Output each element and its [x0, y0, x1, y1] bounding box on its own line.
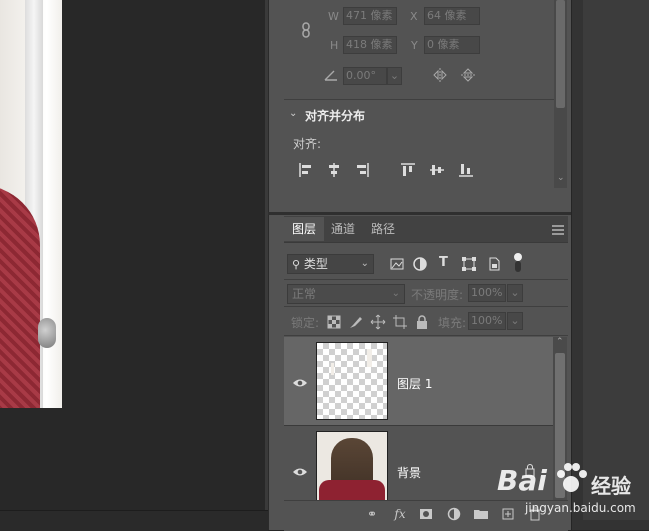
layer-thumbnail	[316, 342, 388, 420]
blend-mode-dropdown[interactable]: 正常 ⌄	[287, 284, 405, 304]
fill-field[interactable]: 100%	[468, 312, 506, 330]
layer-row[interactable]: 图层 1	[284, 337, 553, 426]
type-layer-filter-icon[interactable]: T	[439, 255, 448, 270]
filter-toggle-switch[interactable]	[513, 253, 523, 273]
properties-scrollbar[interactable]: ⌄	[554, 0, 567, 188]
lock-artboard-icon[interactable]	[392, 314, 408, 330]
tab-paths[interactable]: 路径	[363, 217, 403, 241]
adjustment-layer-filter-icon[interactable]	[412, 256, 428, 272]
new-adjustment-layer-icon[interactable]	[446, 506, 462, 522]
angle-dropdown[interactable]: ⌄	[387, 67, 402, 85]
y-label: Y	[411, 39, 418, 52]
width-field[interactable]: 471 像素	[343, 7, 397, 25]
flip-horizontal-icon[interactable]	[432, 67, 448, 83]
align-top-icon[interactable]	[400, 162, 416, 178]
watermark-url: jingyan.baidu.com	[525, 501, 636, 515]
x-field[interactable]: 64 像素	[424, 7, 480, 25]
fill-label: 填充:	[438, 316, 467, 330]
align-vertical-center-icon[interactable]	[429, 162, 445, 178]
pixel-layer-filter-icon[interactable]	[389, 256, 405, 272]
align-bottom-icon[interactable]	[458, 162, 474, 178]
height-field[interactable]: 418 像素	[343, 36, 397, 54]
search-icon: ⚲	[292, 258, 301, 271]
smart-object-filter-icon[interactable]	[486, 256, 502, 272]
tab-channels[interactable]: 通道	[323, 217, 363, 241]
lock-all-icon[interactable]	[414, 314, 430, 330]
tab-layers[interactable]: 图层	[284, 217, 325, 241]
new-group-icon[interactable]	[473, 506, 489, 522]
add-mask-icon[interactable]	[418, 506, 434, 522]
flip-vertical-icon[interactable]	[460, 67, 476, 83]
align-left-icon[interactable]	[298, 162, 314, 178]
y-field[interactable]: 0 像素	[424, 36, 480, 54]
layer-filter-dropdown[interactable]: ⚲ 类型 ⌄	[287, 254, 374, 274]
align-label: 对齐:	[293, 137, 322, 151]
divider	[284, 335, 568, 336]
align-horizontal-center-icon[interactable]	[326, 162, 342, 178]
shape-layer-filter-icon[interactable]	[461, 256, 477, 272]
lock-image-pixels-icon[interactable]	[348, 314, 364, 330]
opacity-label: 不透明度:	[411, 288, 464, 302]
h-label: H	[330, 39, 339, 52]
angle-icon	[323, 67, 339, 83]
filter-kind-label: 类型	[303, 257, 328, 271]
x-label: X	[410, 10, 418, 23]
divider	[284, 99, 554, 100]
divider	[284, 279, 568, 280]
canvas-area[interactable]	[0, 0, 265, 510]
chevron-down-icon[interactable]: ⌄	[289, 108, 297, 119]
opacity-dropdown[interactable]: ⌄	[507, 284, 523, 302]
align-section-title[interactable]: 对齐并分布	[305, 107, 365, 124]
layer-thumbnail	[316, 431, 388, 506]
divider	[284, 306, 568, 307]
layer-name[interactable]: 图层 1	[397, 375, 432, 392]
watermark-brand: Bai	[497, 464, 547, 497]
eye-icon[interactable]	[292, 466, 308, 478]
lock-transparent-pixels-icon[interactable]	[326, 314, 342, 330]
panel-divider[interactable]	[268, 212, 571, 215]
lock-label: 锁定:	[291, 316, 320, 330]
eye-icon[interactable]	[292, 377, 308, 389]
chevron-down-icon: ⌄	[360, 258, 369, 269]
align-right-icon[interactable]	[354, 162, 370, 178]
canvas-image	[0, 0, 62, 408]
lock-position-icon[interactable]	[370, 314, 386, 330]
fill-dropdown[interactable]: ⌄	[507, 312, 523, 330]
blend-mode-value: 正常	[292, 287, 317, 301]
link-icon[interactable]	[298, 22, 314, 38]
chevron-down-icon: ⌄	[391, 288, 400, 299]
paw-icon	[557, 463, 587, 492]
canvas-horizontal-scrollbar[interactable]	[0, 510, 268, 531]
angle-field[interactable]: 0.00°	[343, 67, 387, 85]
watermark-brand-tail: 经验	[591, 474, 631, 498]
properties-panel	[284, 0, 568, 188]
fx-icon[interactable]: fx	[392, 506, 408, 522]
panel-menu-icon[interactable]	[552, 224, 564, 235]
layer-name[interactable]: 背景	[397, 464, 421, 481]
baidu-watermark: Bai 经验 jingyan.baidu.com	[495, 458, 645, 520]
opacity-field[interactable]: 100%	[468, 284, 506, 302]
link-layers-icon[interactable]: ⚭	[364, 506, 380, 522]
w-label: W	[328, 10, 339, 23]
right-panel	[583, 0, 649, 520]
